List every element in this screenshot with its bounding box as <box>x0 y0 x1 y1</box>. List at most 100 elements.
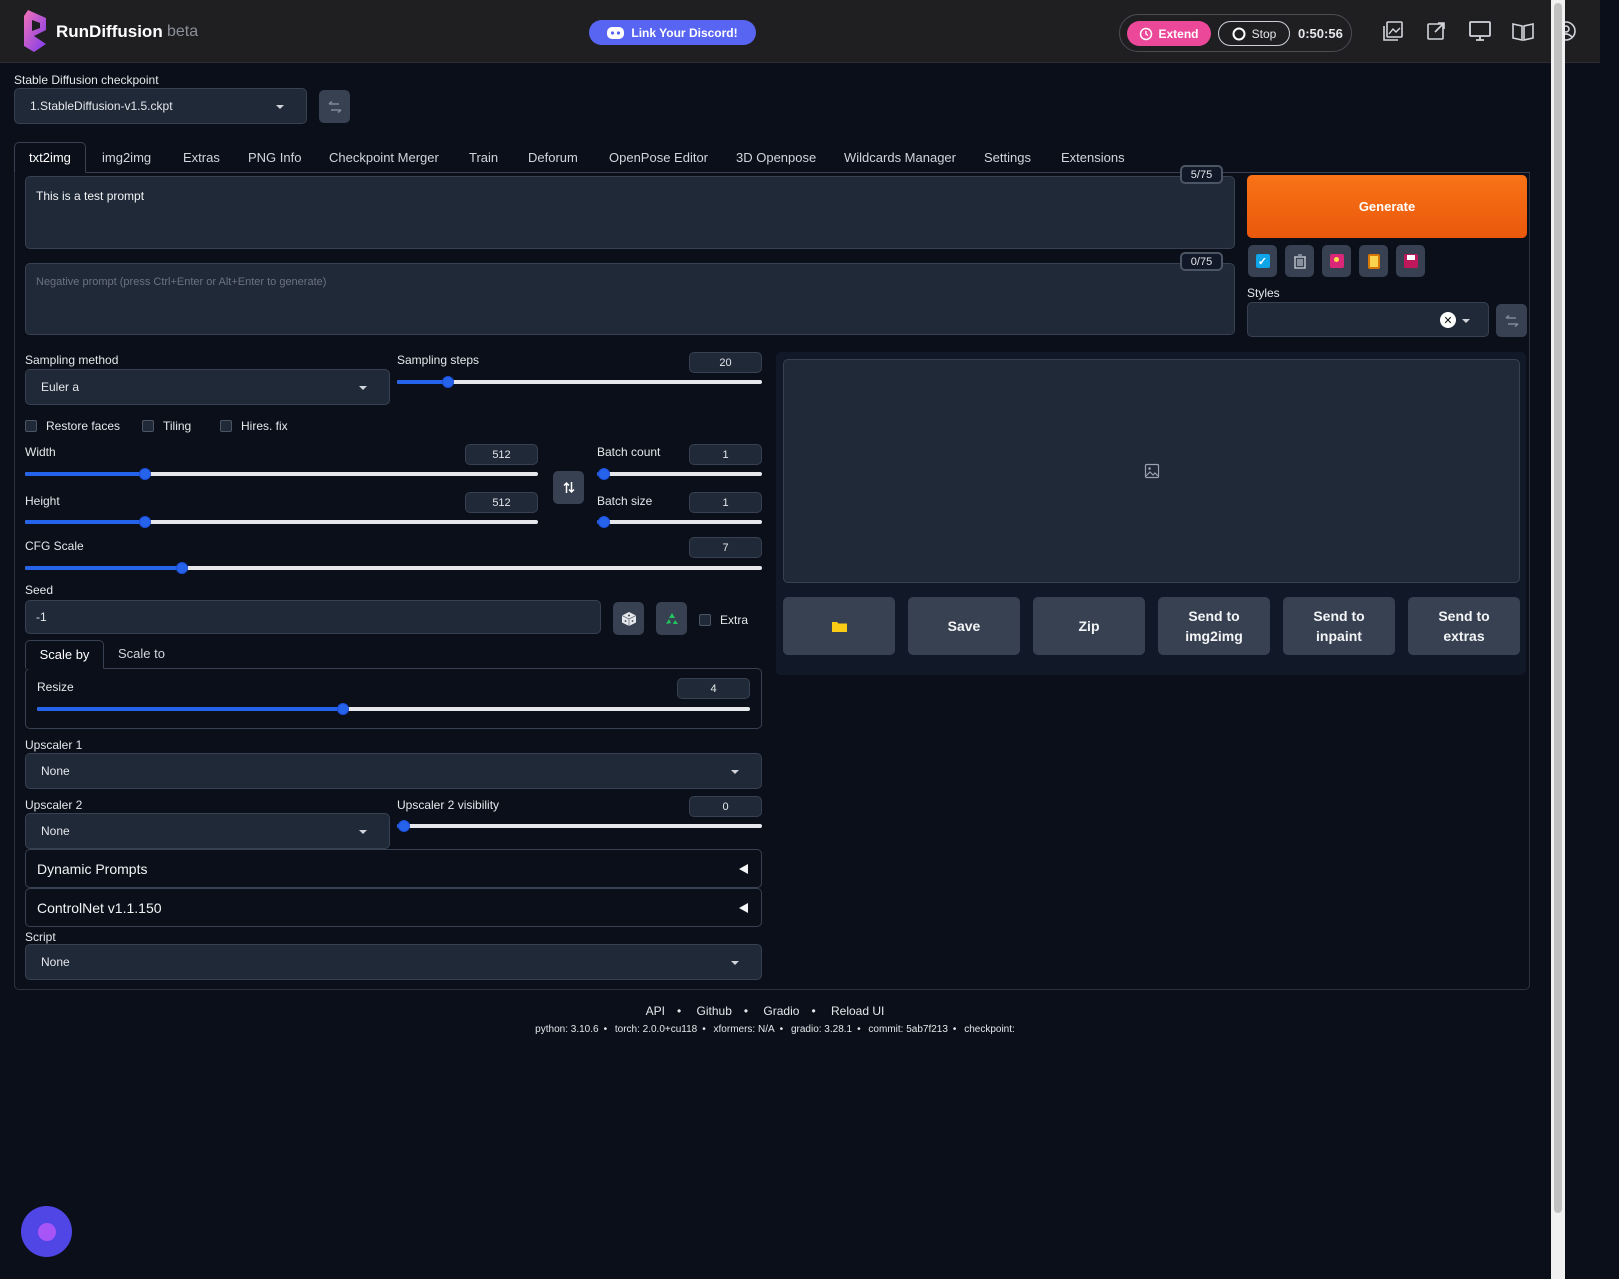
width-input[interactable]: 512 <box>465 444 538 465</box>
tab-deforum[interactable]: Deforum <box>528 142 578 173</box>
height-slider[interactable] <box>25 515 538 529</box>
extend-button[interactable]: Extend <box>1127 21 1211 46</box>
hires-fix-checkbox[interactable]: Hires. fix <box>220 419 288 433</box>
swap-dimensions-button[interactable] <box>553 471 584 504</box>
negative-prompt-textarea[interactable]: Negative prompt (press Ctrl+Enter or Alt… <box>25 263 1235 335</box>
prompt-textarea[interactable]: This is a test prompt <box>25 176 1235 249</box>
tab-img2img[interactable]: img2img <box>102 142 151 173</box>
tab-wildcards-manager[interactable]: Wildcards Manager <box>844 142 956 173</box>
tab-scale-by[interactable]: Scale by <box>25 640 104 669</box>
tab-openpose-editor[interactable]: OpenPose Editor <box>609 142 708 173</box>
output-gallery[interactable] <box>783 359 1520 583</box>
footer-gradio-link[interactable]: Gradio <box>763 1004 799 1018</box>
chat-launcher-button[interactable] <box>21 1206 72 1257</box>
refresh-styles-button[interactable] <box>1496 304 1527 337</box>
batch-size-input[interactable]: 1 <box>689 492 762 513</box>
sampling-method-select[interactable]: Euler a <box>25 369 390 405</box>
rundiffusion-logo-icon[interactable] <box>22 8 52 54</box>
script-select[interactable]: None <box>25 944 762 980</box>
send-to-inpaint-line1: Send to <box>1313 608 1365 624</box>
sampling-steps-slider[interactable] <box>397 375 762 389</box>
upscaler1-select[interactable]: None <box>25 753 762 789</box>
open-folder-button[interactable] <box>783 597 895 655</box>
tab-txt2img[interactable]: txt2img <box>14 142 86 173</box>
extra-networks-button[interactable] <box>1322 245 1351 277</box>
resize-input[interactable]: 4 <box>677 678 750 699</box>
cfg-scale-slider[interactable] <box>25 561 762 575</box>
width-slider[interactable] <box>25 467 538 481</box>
send-to-extras-button[interactable]: Send to extras <box>1408 597 1520 655</box>
controlnet-accordion[interactable]: ControlNet v1.1.150 <box>25 888 762 927</box>
upscaler2-visibility-input[interactable]: 0 <box>689 796 762 817</box>
upscaler2-visibility-slider[interactable] <box>397 819 762 833</box>
monitor-icon[interactable] <box>1468 19 1492 43</box>
tab-extensions[interactable]: Extensions <box>1061 142 1125 173</box>
refresh-checkpoint-button[interactable] <box>319 90 350 123</box>
batch-count-input[interactable]: 1 <box>689 444 762 465</box>
commit-hash: commit: 5ab7f213 <box>868 1024 948 1035</box>
dice-icon <box>621 611 636 626</box>
refresh-icon <box>327 100 342 113</box>
clear-styles-icon[interactable]: ✕ <box>1440 312 1456 328</box>
chevron-down-icon <box>359 386 367 390</box>
sampling-method-value: Euler a <box>41 380 80 394</box>
cfg-scale-input[interactable]: 7 <box>689 537 762 558</box>
styles-select[interactable]: ✕ <box>1247 302 1489 337</box>
checkpoint-label: Stable Diffusion checkpoint <box>14 73 159 87</box>
save-style-button[interactable] <box>1396 245 1425 277</box>
seed-input[interactable]: -1 <box>25 600 601 634</box>
chevron-down-icon <box>276 105 284 109</box>
random-seed-button[interactable] <box>613 602 644 635</box>
dynamic-prompts-accordion[interactable]: Dynamic Prompts <box>25 849 762 888</box>
sampling-steps-label: Sampling steps <box>397 353 480 367</box>
read-generation-params-button[interactable]: ✓ <box>1248 245 1277 277</box>
send-to-inpaint-button[interactable]: Send to inpaint <box>1283 597 1395 655</box>
external-link-icon[interactable] <box>1424 19 1448 43</box>
link-discord-button[interactable]: Link Your Discord! <box>589 20 756 45</box>
generate-button[interactable]: Generate <box>1247 175 1527 238</box>
sampling-steps-input[interactable]: 20 <box>689 352 762 373</box>
script-value: None <box>41 955 70 969</box>
scrollbar-thumb[interactable] <box>1554 3 1562 1213</box>
extra-label: Extra <box>720 613 749 627</box>
checkpoint-select[interactable]: 1.StableDiffusion-v1.5.ckpt <box>14 88 307 124</box>
apply-style-button[interactable] <box>1359 245 1388 277</box>
footer-reload-link[interactable]: Reload UI <box>831 1004 884 1018</box>
tab-scale-to[interactable]: Scale to <box>118 646 165 661</box>
brand-name: RunDiffusion <box>56 22 163 41</box>
batch-count-slider[interactable] <box>597 467 762 481</box>
tab-png-info[interactable]: PNG Info <box>248 142 301 173</box>
reuse-seed-button[interactable] <box>656 602 687 635</box>
cfg-scale-label: CFG Scale <box>25 539 84 553</box>
tab-train[interactable]: Train <box>469 142 498 173</box>
tab-extras[interactable]: Extras <box>183 142 220 173</box>
extra-seed-checkbox[interactable]: Extra <box>699 613 748 627</box>
tiling-label: Tiling <box>163 419 192 433</box>
batch-size-slider[interactable] <box>597 515 762 529</box>
prompt-token-counter: 5/75 <box>1180 165 1223 184</box>
zip-button[interactable]: Zip <box>1033 597 1145 655</box>
page-scrollbar[interactable] <box>1551 0 1565 1279</box>
tab-checkpoint-merger[interactable]: Checkpoint Merger <box>329 142 439 173</box>
chevron-down-icon <box>731 961 739 965</box>
height-input[interactable]: 512 <box>465 492 538 513</box>
send-to-img2img-button[interactable]: Send to img2img <box>1158 597 1270 655</box>
docs-icon[interactable] <box>1511 19 1535 43</box>
dynamic-prompts-label: Dynamic Prompts <box>37 860 148 877</box>
stop-button[interactable]: Stop <box>1218 21 1290 46</box>
restore-faces-checkbox[interactable]: Restore faces <box>25 419 120 433</box>
tab-3d-openpose[interactable]: 3D Openpose <box>736 142 816 173</box>
clear-prompt-button[interactable] <box>1285 245 1314 277</box>
gallery-icon[interactable] <box>1381 19 1405 43</box>
tiling-checkbox[interactable]: Tiling <box>142 419 191 433</box>
folder-icon <box>831 622 847 632</box>
send-to-extras-line1: Send to <box>1438 608 1490 624</box>
resize-slider[interactable] <box>37 702 750 716</box>
footer-github-link[interactable]: Github <box>697 1004 732 1018</box>
save-button[interactable]: Save <box>908 597 1020 655</box>
upscaler1-value: None <box>41 764 70 778</box>
floppy-icon <box>1403 254 1418 268</box>
footer-api-link[interactable]: API <box>646 1004 665 1018</box>
tab-settings[interactable]: Settings <box>984 142 1031 173</box>
upscaler2-select[interactable]: None <box>25 813 390 849</box>
